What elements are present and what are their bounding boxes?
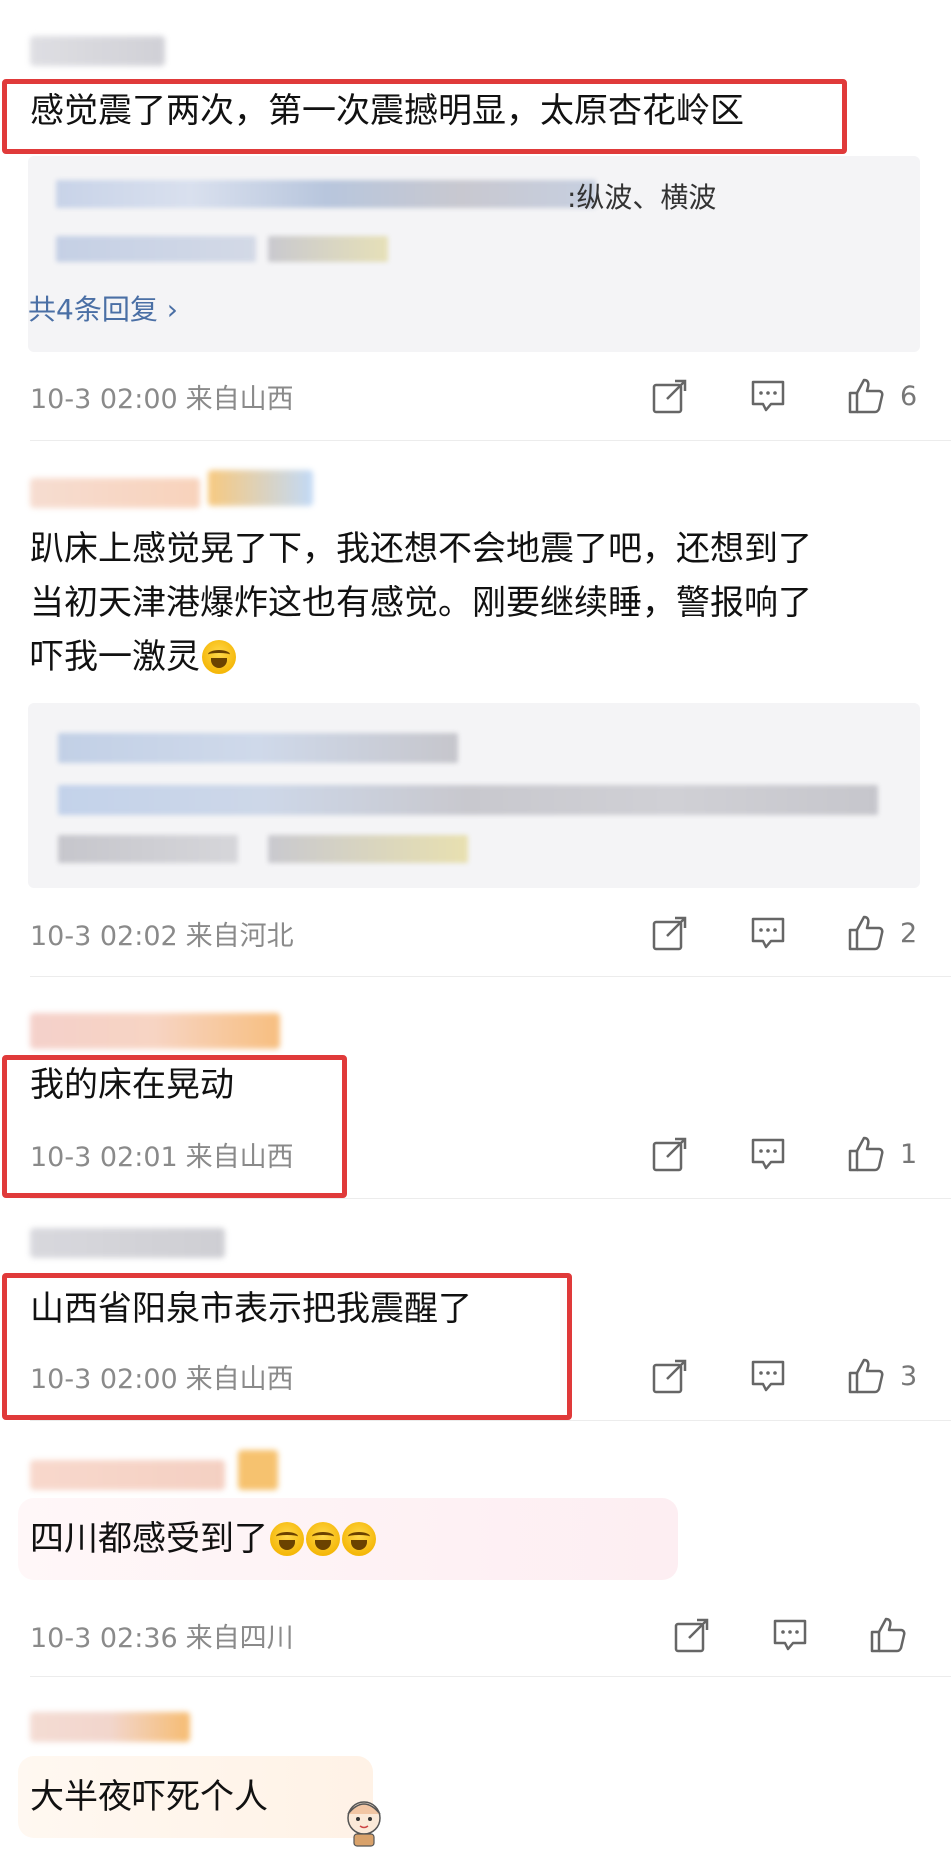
comment-button[interactable] (749, 374, 787, 418)
share-button[interactable] (651, 1354, 689, 1398)
like-button[interactable]: 6 (846, 374, 917, 418)
view-replies-link[interactable]: 共4条回复 › (28, 288, 178, 328)
share-button[interactable] (651, 1132, 689, 1176)
like-count: 1 (900, 1138, 918, 1170)
comment-text-line: 趴床上感觉晃了下，我还想不会地震了吧，还想到了 (30, 529, 812, 569)
like-button[interactable]: 3 (846, 1354, 917, 1398)
comment-actions: 1 (651, 1132, 921, 1176)
reply-preview-text: :纵波、横波 (567, 181, 717, 214)
highlight-box (2, 79, 847, 154)
comment-actions: 3 (651, 1354, 921, 1398)
share-button[interactable] (651, 911, 689, 955)
divider (30, 976, 951, 977)
like-button[interactable] (868, 1613, 922, 1657)
comment-icon (751, 380, 785, 412)
comment-text-line: 当初天津港爆炸这也有感觉。刚要继续睡，警报响了 (30, 583, 812, 623)
username-blurred[interactable] (30, 1712, 190, 1742)
divider (30, 440, 951, 441)
like-count: 2 (900, 917, 918, 949)
like-count: 3 (900, 1360, 918, 1392)
username-blurred[interactable] (30, 478, 200, 508)
comment-text: 大半夜吓死个人 (30, 1777, 268, 1817)
like-count: 6 (900, 380, 918, 412)
comment-icon (773, 1619, 807, 1651)
thumbs-up-icon (848, 1136, 884, 1172)
highlight-box (2, 1055, 347, 1198)
thumbs-up-icon (848, 1358, 884, 1394)
like-button[interactable]: 1 (846, 1132, 917, 1176)
comment-location: 来自四川 (185, 1623, 294, 1654)
comment-location: 来自河北 (185, 921, 294, 952)
thumbs-up-icon (870, 1617, 906, 1653)
divider (30, 1198, 951, 1199)
like-button[interactable]: 2 (846, 911, 917, 955)
crying-laughing-emoji (202, 640, 236, 674)
username-blurred[interactable] (30, 1228, 225, 1258)
username-blurred[interactable] (30, 1460, 225, 1490)
highlight-box (2, 1273, 572, 1420)
comment-button[interactable] (749, 1354, 787, 1398)
comment-meta: 10-3 02:00 来自山西 (30, 377, 294, 416)
comment-time: 10-3 02:02 (30, 921, 178, 952)
comment-location: 来自山西 (185, 384, 294, 415)
user-badge-blurred (208, 470, 313, 506)
comment-actions (673, 1613, 943, 1657)
comment-icon (751, 1138, 785, 1170)
username-blurred[interactable] (30, 1013, 280, 1049)
comment-button[interactable] (749, 1132, 787, 1176)
share-button[interactable] (651, 374, 689, 418)
comment-icon (751, 917, 785, 949)
comment-icon (751, 1360, 785, 1392)
share-icon (674, 1618, 709, 1653)
user-badge-blurred (238, 1450, 278, 1490)
comment-meta: 10-3 02:36 来自四川 (30, 1616, 294, 1655)
crying-laughing-emoji (342, 1522, 376, 1556)
comment-meta: 10-3 02:02 来自河北 (30, 914, 294, 953)
comment-button[interactable] (771, 1613, 809, 1657)
share-icon (652, 1359, 687, 1394)
comment-actions: 2 (651, 911, 921, 955)
share-icon (652, 916, 687, 951)
thumbs-up-icon (848, 915, 884, 951)
thumbs-up-icon (848, 378, 884, 414)
divider (30, 1420, 951, 1421)
comment-actions: 6 (651, 374, 921, 418)
anime-sticker-icon (336, 1792, 392, 1848)
comment-text-line: 吓我一激灵 (30, 630, 236, 684)
comment-time: 10-3 02:36 (30, 1623, 178, 1654)
crying-laughing-emoji (306, 1522, 340, 1556)
comment-time: 10-3 02:00 (30, 384, 178, 415)
crying-laughing-emoji (270, 1522, 304, 1556)
comment-button[interactable] (749, 911, 787, 955)
share-icon (652, 379, 687, 414)
share-button[interactable] (673, 1613, 711, 1657)
comment-text: 四川都感受到了 (30, 1512, 376, 1566)
username-blurred[interactable] (30, 36, 165, 66)
share-icon (652, 1137, 687, 1172)
reply-preview[interactable] (28, 703, 920, 888)
divider (30, 1676, 951, 1677)
